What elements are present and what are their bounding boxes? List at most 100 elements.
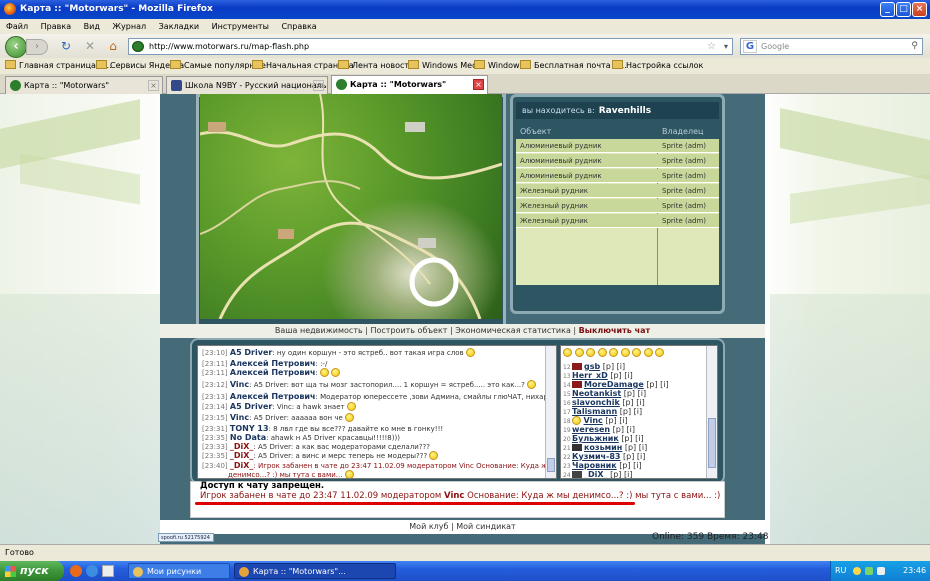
tab-bar: Карта :: "Motorwars" × Школа N9BY - Русс… (0, 74, 930, 94)
userlist-scrollbar[interactable] (706, 346, 717, 478)
smiley-icon (465, 348, 475, 357)
menu-help[interactable]: Справка (281, 22, 316, 31)
chat-message: [23:35] _DiX_: A5 Driver: а винс и мерс … (202, 451, 439, 461)
userlist-scroll-thumb[interactable] (708, 418, 716, 468)
clan-flag-icon (572, 471, 582, 478)
bookmark-item[interactable]: Windows Media (408, 58, 484, 74)
bookmark-star-icon[interactable]: ☆ (707, 39, 716, 54)
stop-icon[interactable]: ✕ (82, 37, 98, 55)
chat-message: [23:13] Алексей Петрович: Модератор юпер… (202, 392, 556, 401)
search-go-icon[interactable]: ⚲ (911, 39, 918, 54)
home-icon[interactable]: ⌂ (104, 37, 122, 55)
navigation-toolbar: ‹ › ↻ ✕ ⌂ http://www.motorwars.ru/map-fl… (0, 34, 930, 58)
minimize-button[interactable]: _ (880, 2, 895, 17)
menu-file[interactable]: Файл (6, 22, 28, 31)
google-engine-icon[interactable]: G (743, 40, 757, 53)
firefox-quicklaunch-icon[interactable] (70, 565, 82, 577)
menu-tools[interactable]: Инструменты (212, 22, 269, 31)
menu-history[interactable]: Журнал (112, 22, 146, 31)
status-text: Готово (5, 548, 34, 557)
close-tab-icon[interactable]: × (313, 80, 324, 91)
windows-icon (474, 60, 485, 69)
task-my-pictures[interactable]: Мои рисунки (128, 563, 230, 579)
close-window-button[interactable]: × (912, 2, 927, 17)
folder-icon (338, 60, 349, 69)
browser-status-bar: Готово (0, 544, 930, 561)
visit-counter[interactable]: spoofi.ru 52175924 (158, 533, 214, 542)
tab-school[interactable]: Школа N9BY - Русский национальный... × (166, 76, 328, 94)
tray-icon[interactable] (853, 567, 861, 575)
table-row[interactable]: Алюминиевый рудник Sprite (adm) (516, 154, 719, 168)
desktop-quicklaunch-icon[interactable] (102, 565, 114, 577)
chat-message: [23:14] A5 Driver: Vinc: а hawk знает (202, 402, 356, 412)
smiley-icon (572, 416, 581, 425)
folder-icon (133, 567, 143, 577)
table-row[interactable]: Железный рудник Sprite (adm) (516, 214, 719, 228)
smiley-icon (597, 348, 607, 357)
chat-scroll-thumb[interactable] (547, 458, 555, 472)
smiley-icon (574, 348, 584, 357)
background-decoration (20, 153, 140, 205)
online-user-list[interactable]: 12 gsb [p] [i] 13Herr_xD [p] [i] 14 MoreDa… (560, 345, 718, 479)
bookmark-item[interactable]: Настройка ссылок (612, 58, 703, 74)
menu-edit[interactable]: Правка (41, 22, 71, 31)
start-button[interactable]: пуск (0, 561, 64, 581)
smiley-icon (609, 348, 619, 357)
bookmark-item[interactable]: Лента новостей (338, 58, 419, 74)
link-chat-off[interactable]: Выключить чат (579, 326, 651, 335)
link-my-club[interactable]: Мой клуб (409, 522, 448, 531)
smiley-icon (586, 348, 596, 357)
tab-motorwars-map-active[interactable]: Карта :: "Motorwars" × (331, 75, 488, 94)
search-box[interactable]: G Google ⚲ (740, 38, 923, 55)
volume-icon[interactable] (877, 567, 885, 575)
smiley-icon (320, 368, 330, 377)
ie-quicklaunch-icon[interactable] (86, 565, 98, 577)
smiley-icon (346, 402, 356, 411)
reload-icon[interactable]: ↻ (58, 37, 74, 55)
link-realty[interactable]: Ваша недвижимость (275, 326, 363, 335)
tray-icon[interactable] (865, 567, 873, 575)
motorwars-tab-icon (336, 79, 347, 90)
folder-icon (96, 60, 107, 69)
language-indicator[interactable]: RU (835, 561, 846, 581)
game-map[interactable] (200, 94, 502, 319)
close-tab-icon[interactable]: × (473, 79, 484, 90)
tab-motorwars-map-1[interactable]: Карта :: "Motorwars" × (5, 76, 163, 94)
chat-scrollbar[interactable] (545, 346, 556, 478)
address-bar[interactable]: http://www.motorwars.ru/map-flash.php ☆ … (128, 38, 733, 55)
link-my-syndicate[interactable]: Мой синдикат (456, 522, 516, 531)
menu-bookmarks[interactable]: Закладки (159, 22, 199, 31)
history-dropdown-icon[interactable]: ▾ (724, 39, 728, 54)
task-firefox[interactable]: Карта :: "Motorwars"... (234, 563, 396, 579)
bookmark-item[interactable]: Windows (474, 58, 524, 74)
list-item[interactable]: 24 _DiX_ [p] [i] (563, 470, 632, 478)
maximize-button[interactable]: □ (896, 2, 911, 17)
bookmark-icon (5, 60, 16, 69)
close-tab-icon[interactable]: × (148, 80, 159, 91)
table-row[interactable]: Алюминиевый рудник Sprite (adm) (516, 139, 719, 153)
link-build[interactable]: Построить объект (371, 326, 448, 335)
online-time: Online: 359 Время: 23:48 (652, 532, 769, 542)
background-decoration (780, 108, 930, 180)
table-row[interactable]: Железный рудник Sprite (adm) (516, 199, 719, 213)
building-icon (405, 122, 425, 132)
background-decoration (790, 174, 930, 224)
bookmark-item[interactable]: Бесплатная почта H... (520, 58, 627, 74)
table-row[interactable]: Железный рудник Sprite (adm) (516, 184, 719, 198)
menu-bar: Файл Правка Вид Журнал Закладки Инструме… (0, 19, 930, 34)
chat-log[interactable]: [23:10] A5 Driver: ну один коршун - это … (197, 345, 557, 479)
site-favicon (132, 41, 144, 52)
bookmarks-toolbar: Главная страница Я... Сервисы Яндекса Са… (0, 58, 930, 74)
forward-button[interactable]: › (26, 39, 48, 55)
back-button[interactable]: ‹ (5, 36, 27, 58)
bookmark-icon (520, 60, 531, 69)
location-value: Ravenhills (598, 106, 652, 116)
menu-view[interactable]: Вид (84, 22, 100, 31)
address-url: http://www.motorwars.ru/map-flash.php (149, 42, 310, 51)
link-stats[interactable]: Экономическая статистика (455, 326, 571, 335)
smiley-icon (429, 451, 439, 460)
smiley-icon (527, 380, 537, 389)
table-row[interactable]: Алюминиевый рудник Sprite (adm) (516, 169, 719, 183)
chat-denied-notice: Доступ к чату запрещен. (200, 481, 325, 491)
chat-message: денимсо...? :) мы тута с вами... (228, 470, 354, 478)
